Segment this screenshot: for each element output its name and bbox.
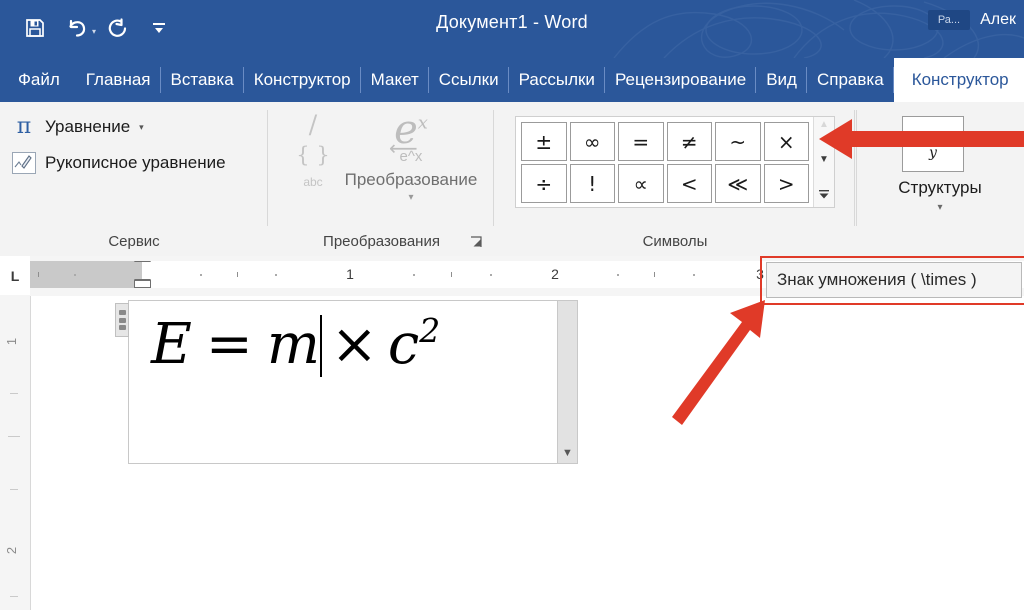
arrow-to-multiplication-symbol bbox=[819, 119, 1024, 159]
arrow-to-tooltip bbox=[672, 300, 765, 425]
annotation-arrows bbox=[672, 119, 1024, 425]
word-application-window: ▾ Документ1 - Word Ра... Алек Файл Главн… bbox=[0, 0, 1024, 610]
